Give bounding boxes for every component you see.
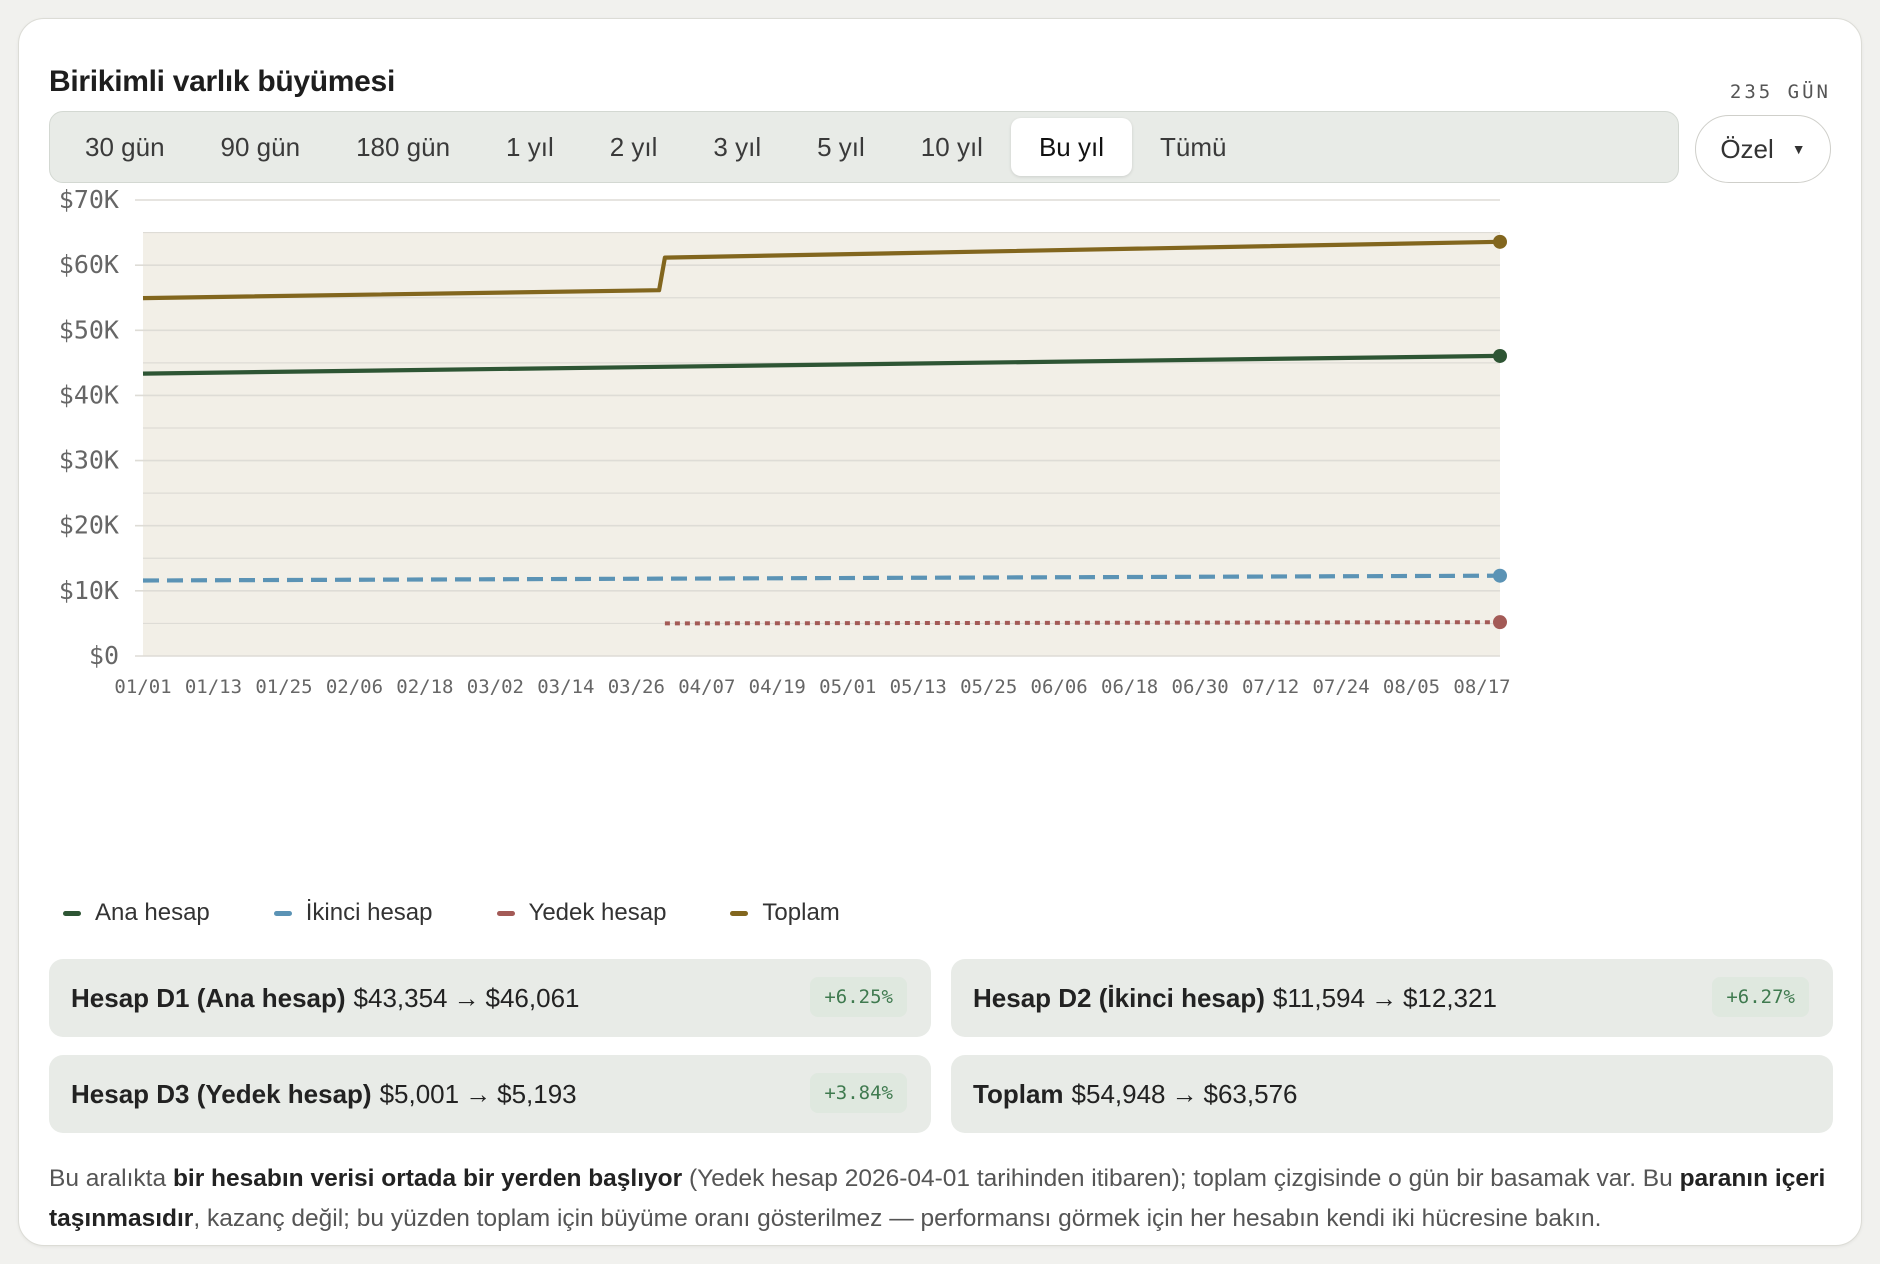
legend-item-ana[interactable]: Ana hesap: [63, 899, 210, 927]
stat-name: Hesap D3 (Yedek hesap): [71, 1078, 372, 1109]
x-tick-label: 06/18: [1101, 676, 1158, 698]
y-tick-label: $30K: [59, 446, 119, 475]
y-tick-label: $50K: [59, 315, 119, 344]
legend-label-ikinci: İkinci hesap: [305, 899, 433, 926]
stat-from: $11,594: [1272, 982, 1365, 1013]
series-endpoint-1: [1493, 568, 1507, 583]
x-tick-label: 05/01: [819, 676, 876, 698]
legend: Ana hesap İkinci hesap Yedek hesap Topla…: [63, 899, 904, 927]
series-endpoint-0: [1493, 348, 1507, 363]
stat-change-badge: +6.25%: [810, 977, 907, 1017]
x-tick-label: 01/01: [114, 676, 171, 698]
note-bold-1: bir hesabın verisi ortada bir yerden baş…: [172, 1165, 683, 1192]
stat-from: $5,001: [379, 1078, 460, 1109]
stat-from: $54,948: [1071, 1078, 1166, 1109]
legend-label-toplam: Toplam: [762, 899, 840, 926]
grid-layer: [135, 199, 1500, 657]
y-tick-label: $40K: [59, 380, 119, 409]
legend-swatch-ana: [63, 910, 81, 916]
note-text-3: , kazanç değil; bu yüzden toplam için bü…: [193, 1205, 1602, 1232]
legend-item-ikinci[interactable]: İkinci hesap: [273, 899, 433, 927]
x-tick-label: 06/06: [1031, 676, 1088, 698]
legend-item-toplam[interactable]: Toplam: [730, 899, 840, 927]
stat-change-badge: +6.27%: [1712, 977, 1809, 1017]
x-tick-label: 04/07: [678, 676, 735, 698]
x-tick-label: 03/02: [467, 676, 524, 698]
x-tick-label: 02/06: [326, 676, 383, 698]
series-endpoint-3: [1493, 234, 1507, 249]
y-tick-label: $60K: [59, 250, 119, 279]
x-tick-label: 03/26: [608, 676, 665, 698]
stat-name: Toplam: [973, 1078, 1064, 1109]
x-tick-label: 01/25: [255, 676, 312, 698]
stat-to: $5,193: [497, 1078, 577, 1109]
legend-label-ana: Ana hesap: [95, 899, 210, 926]
stat-to: $46,061: [485, 982, 580, 1013]
y-tick-label: $10K: [59, 576, 119, 605]
x-tick-label: 08/17: [1453, 676, 1510, 698]
stat-change-badge: +3.84%: [810, 1073, 907, 1113]
legend-label-yedek: Yedek hesap: [528, 899, 667, 926]
note-text-1: Bu aralıkta: [49, 1165, 173, 1192]
y-tick-label: $70K: [59, 185, 119, 214]
series-endpoint-2: [1493, 615, 1507, 630]
legend-swatch-ikinci: [273, 910, 292, 916]
arrow-right-icon: →: [1370, 982, 1397, 1013]
x-tick-label: 03/14: [537, 676, 594, 698]
x-tick-label: 01/13: [185, 676, 242, 698]
line-chart: $0 $10K $20K $30K $40K $50K $60K $70K 01/01 01/13…: [59, 185, 1511, 698]
stat-to: $63,576: [1203, 1078, 1298, 1109]
stat-to: $12,321: [1402, 982, 1497, 1013]
stat-box-d1: Hesap D1 (Ana hesap) $43,354 → $46,061 +…: [49, 959, 931, 1037]
arrow-right-icon: →: [453, 982, 480, 1013]
arrow-right-icon: →: [465, 1078, 492, 1109]
legend-swatch-yedek: [496, 910, 515, 916]
x-tick-label: 06/30: [1172, 676, 1229, 698]
stat-box-d3: Hesap D3 (Yedek hesap) $5,001 → $5,193 +…: [49, 1055, 931, 1133]
x-tick-label: 05/25: [960, 676, 1017, 698]
x-tick-label: 08/05: [1383, 676, 1440, 698]
x-tick-label: 07/24: [1312, 676, 1369, 698]
note-text-2: (Yedek hesap 2026-04-01 tarihinden itiba…: [682, 1165, 1680, 1192]
y-tick-label: $0: [89, 641, 119, 670]
x-tick-label: 04/19: [749, 676, 806, 698]
stat-box-total: Toplam $54,948 → $63,576: [951, 1055, 1833, 1133]
info-note: Bu aralıkta bir hesabın verisi ortada bi…: [49, 1159, 1839, 1239]
x-tick-label: 05/13: [890, 676, 947, 698]
stat-name: Hesap D1 (Ana hesap): [71, 982, 346, 1013]
stat-from: $43,354: [353, 982, 448, 1013]
legend-item-yedek[interactable]: Yedek hesap: [496, 899, 667, 927]
x-tick-label: 02/18: [396, 676, 453, 698]
arrow-right-icon: →: [1171, 1078, 1198, 1109]
legend-swatch-toplam: [730, 910, 749, 916]
x-tick-label: 07/12: [1242, 676, 1299, 698]
stat-box-d2: Hesap D2 (İkinci hesap) $11,594 → $12,32…: [951, 959, 1833, 1037]
chart-card: Birikimli varlık büyümesi 235 GÜN 30 gün…: [18, 18, 1862, 1246]
y-tick-label: $20K: [59, 511, 119, 540]
stat-name: Hesap D2 (İkinci hesap): [973, 982, 1265, 1013]
